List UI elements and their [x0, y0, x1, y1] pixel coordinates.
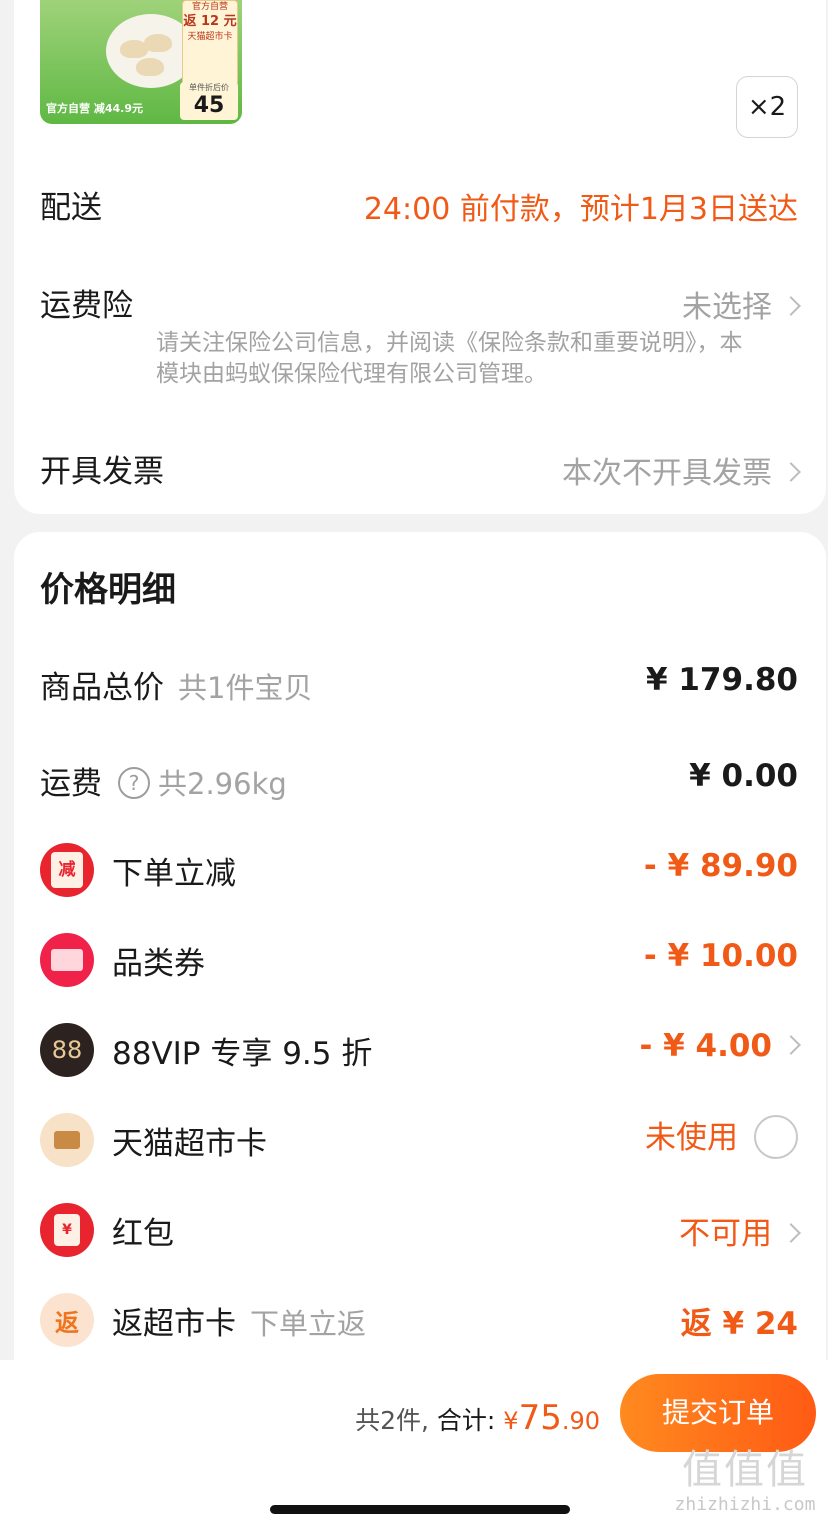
price-row-category-coupon: 品类券 - ¥ 10.00: [14, 924, 826, 994]
chevron-right-icon: [781, 295, 801, 316]
tag-rebate: 返 12 元: [183, 14, 237, 29]
chevron-right-icon: [781, 1034, 801, 1055]
site-watermark: 值值值 zhizhizhi.com: [670, 1446, 820, 1516]
supermarket-card-label: 天猫超市卡: [112, 1126, 267, 1162]
tag-line: 天猫超市卡: [187, 32, 233, 42]
coupon-icon: [40, 933, 94, 987]
invoice-value: 本次不开具发票: [562, 456, 772, 491]
card-icon: [40, 1113, 94, 1167]
order-summary: 共2件, 合计: ¥75.90: [355, 1398, 600, 1438]
red-packet-label: 红包: [112, 1216, 174, 1252]
price-row-instant-discount: 减 下单立减 - ¥ 89.90: [14, 834, 826, 904]
vip-88-icon: 88: [40, 1023, 94, 1077]
watermark-logo: 值值值: [682, 1447, 808, 1493]
total-decimal: .90: [561, 1407, 600, 1435]
shipping-label: 运费: [40, 766, 102, 802]
price-row-rebate-card: 返 返超市卡 下单立返 返 ¥ 24: [14, 1284, 826, 1354]
rebate-card-sub: 下单立返: [250, 1307, 367, 1341]
price-row-supermarket-card: 天猫超市卡 未使用: [14, 1104, 826, 1174]
goods-total-value: ¥ 179.80: [646, 662, 798, 698]
shipping-insurance-selector[interactable]: 未选择: [682, 282, 801, 326]
invoice-selector[interactable]: 本次不开具发票: [562, 448, 801, 492]
rebate-card-value: 返 ¥ 24: [680, 1306, 798, 1342]
price-row-red-packet: ¥ 红包 不可用: [14, 1194, 826, 1264]
shipping-insurance-value: 未选择: [682, 290, 772, 325]
help-icon[interactable]: ?: [118, 766, 150, 799]
rebate-tag: 官方自营 返 12 元 天猫超市卡: [182, 0, 238, 86]
discount-icon-text: 减: [51, 852, 83, 888]
order-options-card: 官方自营 返 12 元 天猫超市卡 单件折后价 45 官方自营 减44.9元 ×…: [14, 0, 826, 514]
total-currency: ¥: [503, 1407, 519, 1435]
chevron-right-icon: [781, 1222, 801, 1243]
ticket-shape: [51, 949, 83, 971]
invoice-label: 开具发票: [40, 454, 164, 490]
watermark-url: zhizhizhi.com: [674, 1494, 816, 1515]
red-packet-icon: ¥: [40, 1203, 94, 1257]
supermarket-card-value: 未使用: [645, 1120, 738, 1156]
instant-discount-label: 下单立减: [112, 856, 236, 892]
price-row-shipping: 运费? 共2.96kg ¥ 0.00: [14, 744, 826, 814]
submit-order-button[interactable]: 提交订单: [620, 1374, 816, 1452]
goods-total-label: 商品总价: [40, 670, 164, 706]
dumpling-image: [144, 34, 172, 52]
goods-count: 共1件宝贝: [178, 671, 313, 705]
supermarket-card-selector[interactable]: 未使用: [645, 1112, 798, 1162]
thumb-price-box: 单件折后价 45: [180, 82, 238, 120]
thumb-price-value: 45: [193, 93, 225, 118]
delivery-label: 配送: [40, 190, 102, 226]
vip-discount-selector[interactable]: - ¥ 4.00: [639, 1028, 801, 1064]
category-coupon-value: - ¥ 10.00: [643, 938, 798, 974]
dumpling-image: [136, 58, 164, 76]
insurance-note: 请关注保险公司信息，并阅读《保险条款和重要说明》，本模块由蚂蚁保保险代理有限公司…: [156, 330, 743, 387]
red-packet-selector[interactable]: 不可用: [679, 1208, 801, 1253]
price-detail-card: 价格明细 商品总价 共1件宝贝 ¥ 179.80 运费? 共2.96kg ¥ 0.0…: [14, 532, 826, 1432]
price-row-goods-total: 商品总价 共1件宝贝 ¥ 179.80: [14, 648, 826, 718]
checkout-bar: 共2件, 合计: ¥75.90 提交订单 值值值 zhizhizhi.com: [0, 1360, 828, 1532]
discount-icon: 减: [40, 843, 94, 897]
total-label: 合计:: [436, 1406, 496, 1435]
shipping-value: ¥ 0.00: [689, 758, 798, 794]
red-packet-icon-text: ¥: [54, 1214, 80, 1246]
shipping-insurance-label: 运费险: [40, 288, 133, 324]
instant-discount-value: - ¥ 89.90: [643, 848, 798, 884]
chevron-right-icon: [781, 461, 801, 482]
thumb-strip: 官方自营 减44.9元: [46, 102, 143, 115]
product-thumbnail[interactable]: 官方自营 返 12 元 天猫超市卡 单件折后价 45 官方自营 减44.9元: [40, 0, 242, 124]
item-count: 共2件,: [355, 1406, 429, 1435]
price-row-88vip[interactable]: 88 88VIP 专享 9.5 折 - ¥ 4.00: [14, 1014, 826, 1084]
category-coupon-label: 品类券: [112, 946, 205, 982]
red-packet-value: 不可用: [679, 1216, 772, 1252]
shipping-weight: 共2.96kg: [158, 767, 287, 801]
home-indicator[interactable]: [270, 1505, 570, 1514]
rebate-icon: 返: [40, 1293, 94, 1347]
tag-line: 官方自营: [191, 2, 228, 12]
vip-discount-label: 88VIP 专享 9.5 折: [112, 1036, 373, 1072]
rebate-card-label: 返超市卡: [112, 1306, 236, 1342]
vip-discount-value: - ¥ 4.00: [639, 1028, 772, 1064]
delivery-value: 24:00 前付款，预计1月3日送达: [363, 192, 798, 227]
supermarket-card-radio[interactable]: [754, 1114, 798, 1159]
total-integer: 75: [518, 1398, 562, 1438]
card-shape: [54, 1131, 80, 1149]
quantity-badge[interactable]: ×2: [736, 76, 798, 138]
price-detail-title: 价格明细: [40, 570, 176, 610]
